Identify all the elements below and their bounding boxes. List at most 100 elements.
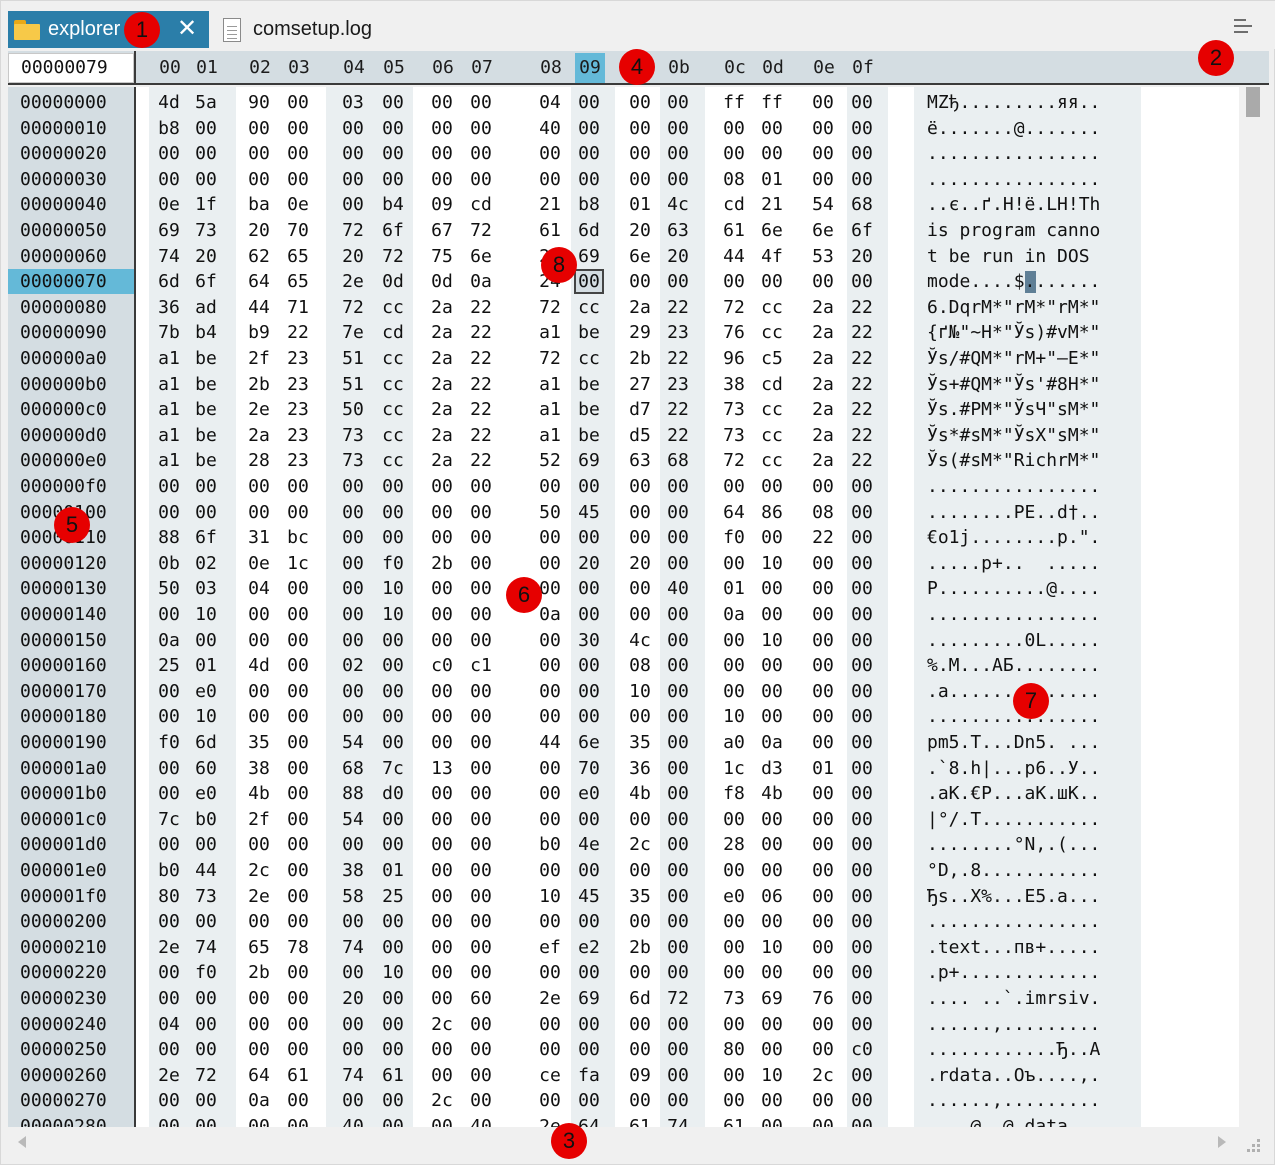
hex-byte[interactable]: 5a — [191, 90, 221, 115]
hex-byte[interactable]: 00 — [847, 576, 877, 601]
hex-byte[interactable]: 70 — [574, 756, 604, 781]
hex-byte[interactable]: be — [574, 372, 604, 397]
hex-byte[interactable]: 22 — [663, 295, 693, 320]
hex-byte[interactable]: be — [191, 372, 221, 397]
hex-byte[interactable]: 2b — [427, 551, 457, 576]
ascii-text[interactable]: ................ — [927, 602, 1137, 627]
hex-byte[interactable]: be — [574, 320, 604, 345]
hex-byte[interactable]: 72 — [719, 448, 749, 473]
hex-byte[interactable]: 6d — [191, 730, 221, 755]
hex-byte[interactable]: 00 — [808, 884, 838, 909]
hex-byte[interactable]: 22 — [847, 372, 877, 397]
hex-byte[interactable]: a1 — [154, 372, 184, 397]
hex-byte[interactable]: 00 — [625, 960, 655, 985]
hex-byte[interactable]: ce — [535, 1063, 565, 1088]
hex-byte[interactable]: b4 — [378, 192, 408, 217]
hex-byte[interactable]: 00 — [535, 525, 565, 550]
hex-byte[interactable]: 00 — [427, 935, 457, 960]
hex-byte[interactable]: 00 — [663, 602, 693, 627]
hex-byte[interactable]: 00 — [663, 679, 693, 704]
ascii-text[interactable]: .... ..`.imrsiv. — [927, 986, 1137, 1011]
hex-byte[interactable]: 22 — [283, 320, 313, 345]
hex-byte[interactable]: 0d — [378, 269, 408, 294]
hex-byte[interactable]: 72 — [663, 986, 693, 1011]
hex-byte[interactable]: 00 — [466, 858, 496, 883]
hex-byte[interactable]: 00 — [625, 602, 655, 627]
hex-byte[interactable]: 0a — [535, 602, 565, 627]
ascii-text[interactable]: ......,......... — [927, 1012, 1137, 1037]
ascii-text[interactable]: .`8.h|...p6..У.. — [927, 756, 1137, 781]
hex-byte[interactable]: 00 — [244, 986, 274, 1011]
hex-byte[interactable]: 50 — [338, 397, 368, 422]
hex-byte[interactable]: be — [191, 448, 221, 473]
hex-byte[interactable]: f0 — [191, 960, 221, 985]
hex-byte[interactable]: 88 — [338, 781, 368, 806]
hex-byte[interactable]: 00 — [663, 653, 693, 678]
hex-byte[interactable]: 61 — [535, 218, 565, 243]
column-header-02[interactable]: 02 — [245, 53, 275, 83]
hex-byte[interactable]: bc — [283, 525, 313, 550]
hex-byte[interactable]: 00 — [378, 116, 408, 141]
hex-byte[interactable]: 00 — [847, 653, 877, 678]
hex-byte[interactable]: 00 — [244, 474, 274, 499]
hex-byte[interactable]: 00 — [625, 269, 655, 294]
hex-byte[interactable]: 00 — [154, 756, 184, 781]
hex-byte[interactable]: 36 — [154, 295, 184, 320]
hex-byte[interactable]: 00 — [283, 781, 313, 806]
scrollbar-thumb[interactable] — [1246, 87, 1260, 117]
hex-byte[interactable]: 10 — [191, 704, 221, 729]
hex-byte[interactable]: 61 — [719, 1114, 749, 1127]
hex-byte[interactable]: 00 — [808, 858, 838, 883]
hex-byte[interactable]: 00 — [535, 474, 565, 499]
hex-byte[interactable]: 00 — [378, 909, 408, 934]
hex-byte[interactable]: 00 — [427, 525, 457, 550]
hex-byte[interactable]: 61 — [719, 218, 749, 243]
hex-byte[interactable]: 2a — [427, 372, 457, 397]
ascii-text[interactable]: is program canno — [927, 218, 1137, 243]
hex-byte[interactable]: 6f — [191, 525, 221, 550]
hex-byte[interactable]: 21 — [757, 192, 787, 217]
hex-byte[interactable]: 4e — [574, 832, 604, 857]
hex-byte[interactable]: 10 — [625, 679, 655, 704]
row-address[interactable]: 00000180 — [8, 704, 134, 729]
hex-byte[interactable]: 04 — [535, 90, 565, 115]
hex-byte[interactable]: 00 — [338, 832, 368, 857]
hex-byte[interactable]: 00 — [466, 884, 496, 909]
hex-byte[interactable]: 53 — [808, 244, 838, 269]
hex-byte[interactable]: cc — [574, 346, 604, 371]
hex-byte[interactable]: 00 — [663, 960, 693, 985]
hex-byte[interactable]: 10 — [757, 628, 787, 653]
hex-byte[interactable]: 00 — [535, 1088, 565, 1113]
hex-byte[interactable]: 00 — [244, 500, 274, 525]
hex-byte[interactable]: 00 — [535, 756, 565, 781]
hex-byte[interactable]: 00 — [378, 986, 408, 1011]
hex-byte[interactable]: 00 — [625, 1088, 655, 1113]
hex-byte[interactable]: 00 — [427, 167, 457, 192]
hex-byte[interactable]: 00 — [283, 116, 313, 141]
hex-byte[interactable]: 00 — [283, 679, 313, 704]
row-address[interactable]: 000001a0 — [8, 756, 134, 781]
hex-byte[interactable]: 0a — [154, 628, 184, 653]
hex-byte[interactable]: d0 — [378, 781, 408, 806]
hex-byte[interactable]: 00 — [378, 832, 408, 857]
hex-byte[interactable]: 00 — [625, 525, 655, 550]
hex-byte[interactable]: 00 — [808, 781, 838, 806]
hex-byte[interactable]: 72 — [191, 1063, 221, 1088]
hex-byte[interactable]: 00 — [847, 90, 877, 115]
tab-explorer[interactable]: explorer ✕ — [8, 11, 209, 48]
hex-byte[interactable]: 38 — [244, 756, 274, 781]
hex-byte[interactable]: 00 — [378, 1088, 408, 1113]
hex-byte[interactable]: 61 — [283, 1063, 313, 1088]
hex-byte[interactable]: 00 — [191, 1114, 221, 1127]
hex-byte[interactable]: 00 — [154, 986, 184, 1011]
hex-byte[interactable]: b8 — [574, 192, 604, 217]
hex-byte[interactable]: 65 — [283, 269, 313, 294]
hex-byte[interactable]: 00 — [535, 960, 565, 985]
hex-byte[interactable]: 23 — [283, 372, 313, 397]
hex-byte[interactable]: 00 — [283, 807, 313, 832]
hex-byte[interactable]: 01 — [757, 167, 787, 192]
menu-icon[interactable] — [1234, 19, 1252, 35]
hex-byte[interactable]: 00 — [808, 167, 838, 192]
hex-byte[interactable]: 69 — [574, 244, 604, 269]
hex-byte[interactable]: 00 — [847, 1114, 877, 1127]
